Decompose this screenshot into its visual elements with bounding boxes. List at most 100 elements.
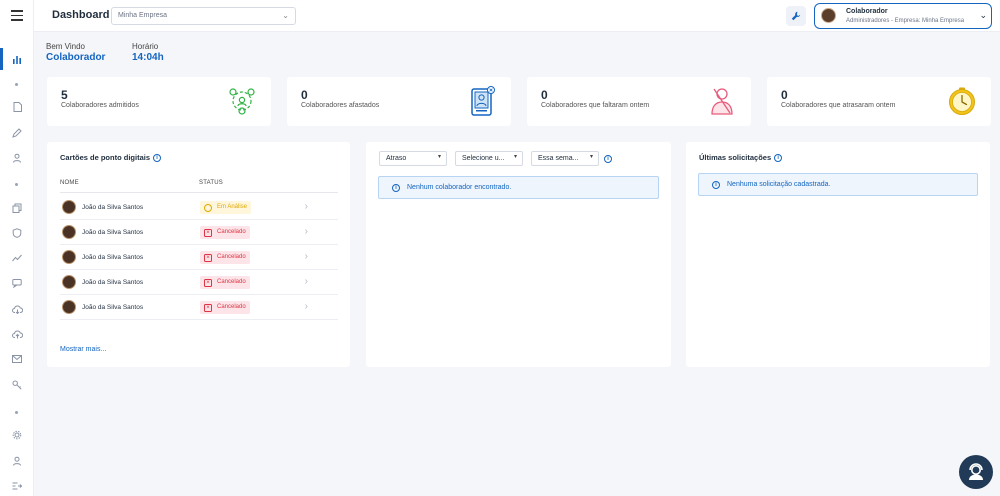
stat-label: Colaboradores que faltaram ontem <box>541 102 650 109</box>
close-icon: × <box>204 228 212 237</box>
status-badge: × Cancelado <box>200 301 250 314</box>
document-icon[interactable] <box>10 100 24 114</box>
alert-text: Nenhuma solicitação cadastrada. <box>727 181 831 188</box>
period-select[interactable]: Essa sema... ▾ <box>531 151 599 166</box>
sidebar-separator-dot <box>15 183 18 186</box>
chat-icon[interactable] <box>10 276 24 290</box>
page-title: Dashboard <box>52 9 110 21</box>
stat-value: 0 <box>301 88 308 102</box>
period-select-value: Essa sema... <box>538 155 579 162</box>
absent-person-icon <box>711 88 733 115</box>
avatar <box>62 200 76 214</box>
tools-button[interactable] <box>786 6 806 26</box>
stat-label: Colaboradores afastados <box>301 102 380 109</box>
status-text: Cancelado <box>217 229 246 235</box>
clock-icon <box>949 87 975 115</box>
chevron-right-icon[interactable]: › <box>305 226 308 237</box>
avatar <box>62 225 76 239</box>
table-row[interactable]: João da Silva Santos Em Análise › <box>60 195 338 220</box>
empty-requests-alert: i Nenhuma solicitação cadastrada. <box>698 173 978 196</box>
logout-icon[interactable] <box>10 479 24 493</box>
chevron-down-icon: ⌄ <box>979 10 987 20</box>
alert-text: Nenhum colaborador encontrado. <box>407 184 512 191</box>
copy-icon[interactable] <box>10 201 24 215</box>
employee-name: João da Silva Santos <box>82 254 144 261</box>
chevron-right-icon[interactable]: › <box>305 201 308 212</box>
table-row[interactable]: João da Silva Santos × Cancelado › <box>60 295 338 320</box>
status-badge: Em Análise <box>200 201 252 214</box>
trend-icon[interactable] <box>10 251 24 265</box>
type-select-value: Atraso <box>386 155 407 162</box>
user-menu[interactable]: Colaborador Administradores - Empresa: M… <box>814 3 992 29</box>
unit-select[interactable]: Selecione u... ▾ <box>455 151 523 166</box>
info-icon[interactable]: i <box>604 155 612 163</box>
mail-icon[interactable] <box>10 352 24 366</box>
status-text: Cancelado <box>217 279 246 285</box>
sidebar-separator-dot <box>15 83 18 86</box>
support-agent-icon <box>969 463 983 480</box>
chart-icon[interactable] <box>10 52 24 66</box>
avatar <box>62 275 76 289</box>
requests-title: Últimas solicitações i <box>699 153 783 163</box>
column-header-name: NOME <box>60 180 79 186</box>
chevron-right-icon[interactable]: › <box>305 301 308 312</box>
status-text: Cancelado <box>217 304 246 310</box>
stat-value: 0 <box>541 88 548 102</box>
welcome-name: Colaborador <box>46 52 106 63</box>
status-text: Cancelado <box>217 254 246 260</box>
shield-icon[interactable] <box>10 226 24 240</box>
sidebar-separator-dot <box>15 411 18 414</box>
status-badge: × Cancelado <box>200 251 250 264</box>
user-icon[interactable] <box>10 454 24 468</box>
topbar: Dashboard Minha Empresa ⌄ Colaborador Ad… <box>34 0 1000 32</box>
employee-name: João da Silva Santos <box>82 304 144 311</box>
avatar <box>821 8 836 23</box>
stat-value: 0 <box>781 88 788 102</box>
unit-select-value: Selecione u... <box>462 155 505 162</box>
time-label: Horário <box>132 42 159 51</box>
gear-icon[interactable] <box>10 428 24 442</box>
stat-label: Colaboradores admitidos <box>61 102 139 109</box>
status-text: Em Análise <box>217 204 248 210</box>
team-icon <box>229 88 255 115</box>
caret-down-icon: ▾ <box>437 154 441 160</box>
timecards-title-text: Cartões de ponto digitais <box>60 153 151 162</box>
chevron-down-icon: ⌄ <box>282 11 289 20</box>
avatar <box>62 250 76 264</box>
hamburger-icon[interactable] <box>11 10 23 21</box>
table-row[interactable]: João da Silva Santos × Cancelado › <box>60 270 338 295</box>
key-icon[interactable] <box>10 378 24 392</box>
sidebar-active-indicator <box>0 48 3 70</box>
stat-label: Colaboradores que atrasaram ontem <box>781 102 896 109</box>
column-header-status: STATUS <box>199 180 223 186</box>
pencil-icon[interactable] <box>10 126 24 140</box>
type-select[interactable]: Atraso ▾ <box>379 151 447 166</box>
chevron-right-icon[interactable]: › <box>305 251 308 262</box>
employee-name: João da Silva Santos <box>82 204 144 211</box>
cloud-download-icon[interactable] <box>10 302 24 316</box>
stat-card-away: 0 Colaboradores afastados <box>287 77 511 126</box>
stat-card-absent: 0 Colaboradores que faltaram ontem <box>527 77 751 126</box>
show-more-link[interactable]: Mostrar mais... <box>60 346 106 353</box>
stat-card-late: 0 Colaboradores que atrasaram ontem <box>767 77 991 126</box>
user-name: Colaborador <box>846 8 888 15</box>
chevron-right-icon[interactable]: › <box>305 276 308 287</box>
close-icon: × <box>204 303 212 312</box>
company-select[interactable]: Minha Empresa ⌄ <box>111 7 296 25</box>
support-button[interactable] <box>959 455 993 489</box>
employee-name: João da Silva Santos <box>82 279 144 286</box>
avatar <box>62 300 76 314</box>
user-icon[interactable] <box>10 151 24 165</box>
table-row[interactable]: João da Silva Santos × Cancelado › <box>60 245 338 270</box>
welcome-label: Bem Vindo <box>46 42 85 51</box>
empty-employees-alert: i Nenhum colaborador encontrado. <box>378 176 659 199</box>
info-icon[interactable]: i <box>774 154 783 163</box>
table-row[interactable]: João da Silva Santos × Cancelado › <box>60 220 338 245</box>
timecards-title: Cartões de ponto digitais i <box>60 153 162 163</box>
cloud-upload-icon[interactable] <box>10 327 24 341</box>
caret-down-icon: ▾ <box>589 154 593 160</box>
time-value: 14:04h <box>132 52 164 63</box>
info-icon[interactable]: i <box>153 154 162 163</box>
stat-card-admitted: 5 Colaboradores admitidos <box>47 77 271 126</box>
requests-title-text: Últimas solicitações <box>699 153 772 162</box>
